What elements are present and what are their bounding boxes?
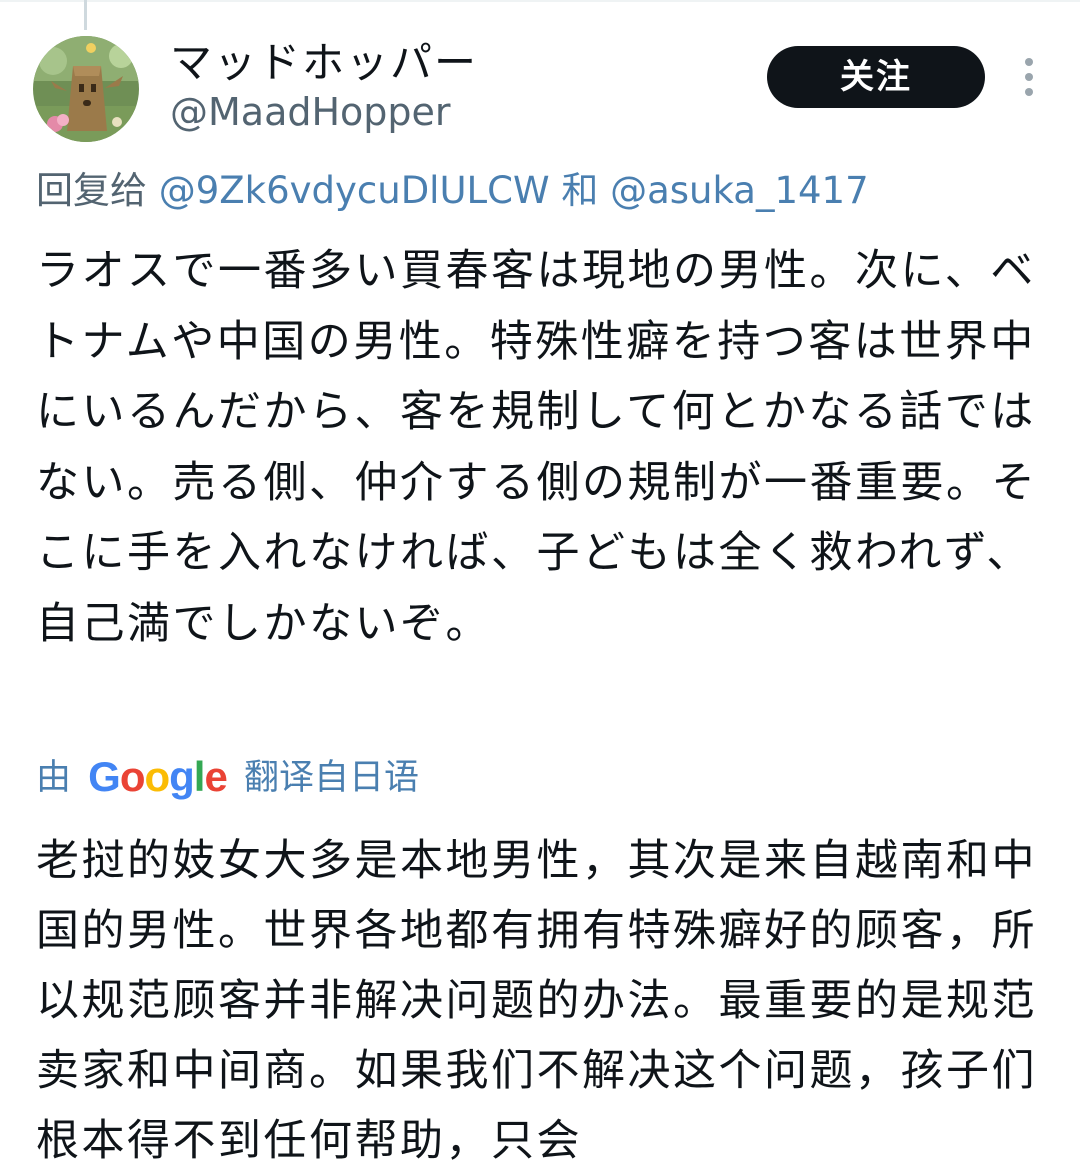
author-handle[interactable]: @MaadHopper [170,88,451,136]
vertical-dots-icon [1025,88,1033,96]
reply-to-connector: 和 [561,169,599,212]
author-display-name[interactable]: マッドホッパー [170,38,478,88]
reply-to-line: 回复给 @9Zk6vdycuDlULCW 和 @asuka_1417 [36,168,869,214]
tweet-text: ラオスで一番多い買春客は現地の男性。次に、ベトナムや中国の男性。特殊性癖を持つ客… [36,246,1037,649]
translation-suffix: 翻译自日语 [243,758,419,798]
translated-text: 老挝的妓女大多是本地男性，其次是来自越南和中国的男性。世界各地都有拥有特殊癖好的… [36,836,1037,1166]
tweet-header: マッドホッパー @MaadHopper 关注 [0,0,1080,150]
vertical-dots-icon [1025,73,1033,81]
avatar[interactable] [33,36,139,142]
translation-attribution[interactable]: 由 Google 翻译自日语 [36,754,419,801]
mention-link[interactable]: @9Zk6vdycuDlULCW [159,169,550,212]
translation-prefix: 由 [36,758,72,798]
google-logo: Google [88,753,228,800]
reply-to-prefix: 回复给 [36,169,147,212]
vertical-dots-icon [1025,58,1033,66]
avatar-image [33,36,139,142]
mention-link[interactable]: @asuka_1417 [610,169,869,212]
more-options-button[interactable] [1012,54,1046,100]
follow-button[interactable]: 关注 [767,46,985,108]
